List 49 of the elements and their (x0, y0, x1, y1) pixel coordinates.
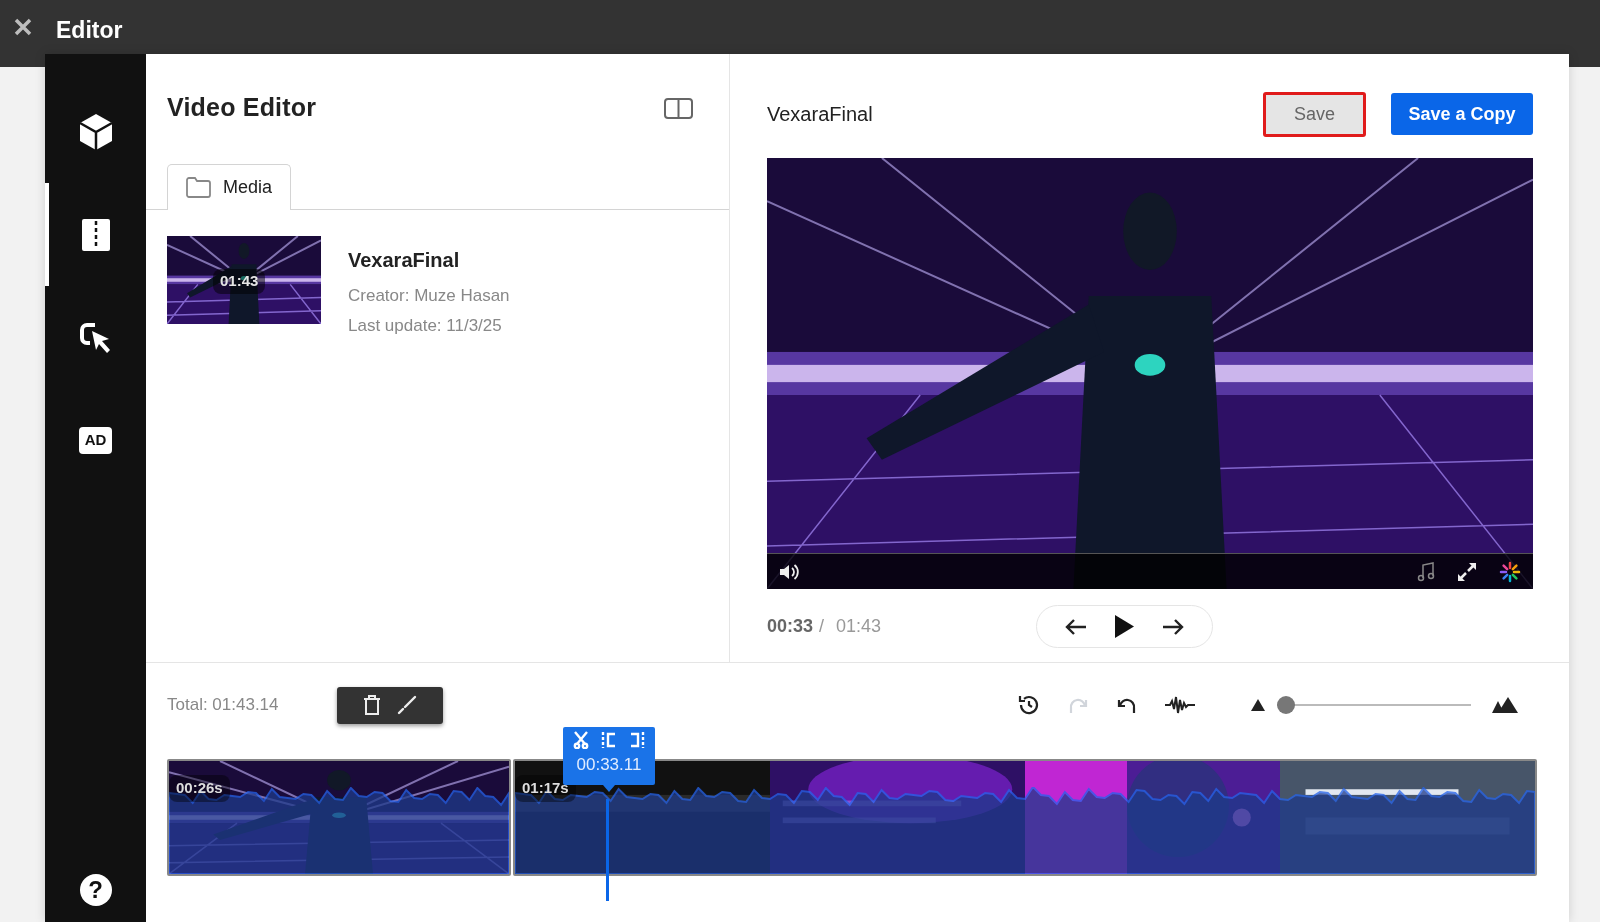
total-duration: 01:43 (836, 615, 882, 638)
trash-icon[interactable] (363, 695, 381, 715)
duration-label: 01:43 (213, 269, 266, 294)
media-name: VexaraFinal (348, 248, 461, 273)
total-duration-label: Total: 01:43.14 (167, 694, 280, 717)
previous-arrow-icon[interactable] (1064, 617, 1087, 636)
music-note-icon[interactable] (1417, 561, 1435, 582)
app-title: Editor (56, 16, 123, 44)
clip-duration: 00:26s (169, 775, 230, 802)
clip-duration: 01:17s (515, 775, 576, 802)
trim-end-icon[interactable] (629, 731, 645, 749)
folder-icon (186, 177, 211, 198)
layout-toggle-button[interactable] (664, 97, 693, 119)
scissors-icon[interactable] (573, 731, 589, 749)
split-panel-icon (664, 97, 693, 119)
media-creator: Creator: Muze Hasan (348, 285, 510, 307)
sidebar-item[interactable]: AD (45, 389, 146, 492)
pinwheel-icon[interactable] (1499, 560, 1521, 583)
volume-icon[interactable] (779, 562, 799, 581)
zoom-slider[interactable] (1277, 695, 1471, 715)
panel-title: Video Editor (167, 92, 317, 124)
time-separator: / (819, 615, 825, 638)
split-view-icon (81, 218, 110, 251)
next-arrow-icon[interactable] (1162, 617, 1185, 636)
slider-thumb[interactable] (1277, 696, 1295, 714)
cube-icon (78, 112, 113, 151)
history-icon (1017, 693, 1041, 717)
video-title: VexaraFinal (767, 102, 874, 127)
play-icon[interactable] (1114, 614, 1135, 639)
reset-button[interactable] (1017, 693, 1041, 717)
cursor-select-icon (78, 320, 113, 355)
save-copy-button[interactable]: Save a Copy (1391, 93, 1533, 135)
close-button[interactable] (12, 16, 34, 38)
zoom-out-icon[interactable] (1251, 699, 1265, 711)
current-time: 00:33 (767, 615, 814, 638)
trim-start-icon[interactable] (601, 731, 617, 749)
audio-description-icon: AD (78, 427, 113, 454)
save-button[interactable]: Save (1263, 91, 1366, 137)
timeline-clip[interactable]: 00:26s (167, 759, 511, 876)
help-button[interactable]: ? (79, 874, 112, 906)
brush-icon[interactable] (397, 695, 417, 715)
media-updated: Last update: 11/3/25 (348, 315, 503, 337)
waveform-button[interactable] (1164, 695, 1196, 715)
close-icon (14, 18, 32, 36)
fullscreen-icon[interactable] (1457, 561, 1477, 582)
media-tab[interactable]: Media (167, 164, 292, 210)
zoom-in-icon[interactable] (1491, 697, 1519, 713)
waveform-icon (1164, 695, 1196, 715)
media-thumbnail[interactable]: 01:43 (167, 236, 321, 324)
